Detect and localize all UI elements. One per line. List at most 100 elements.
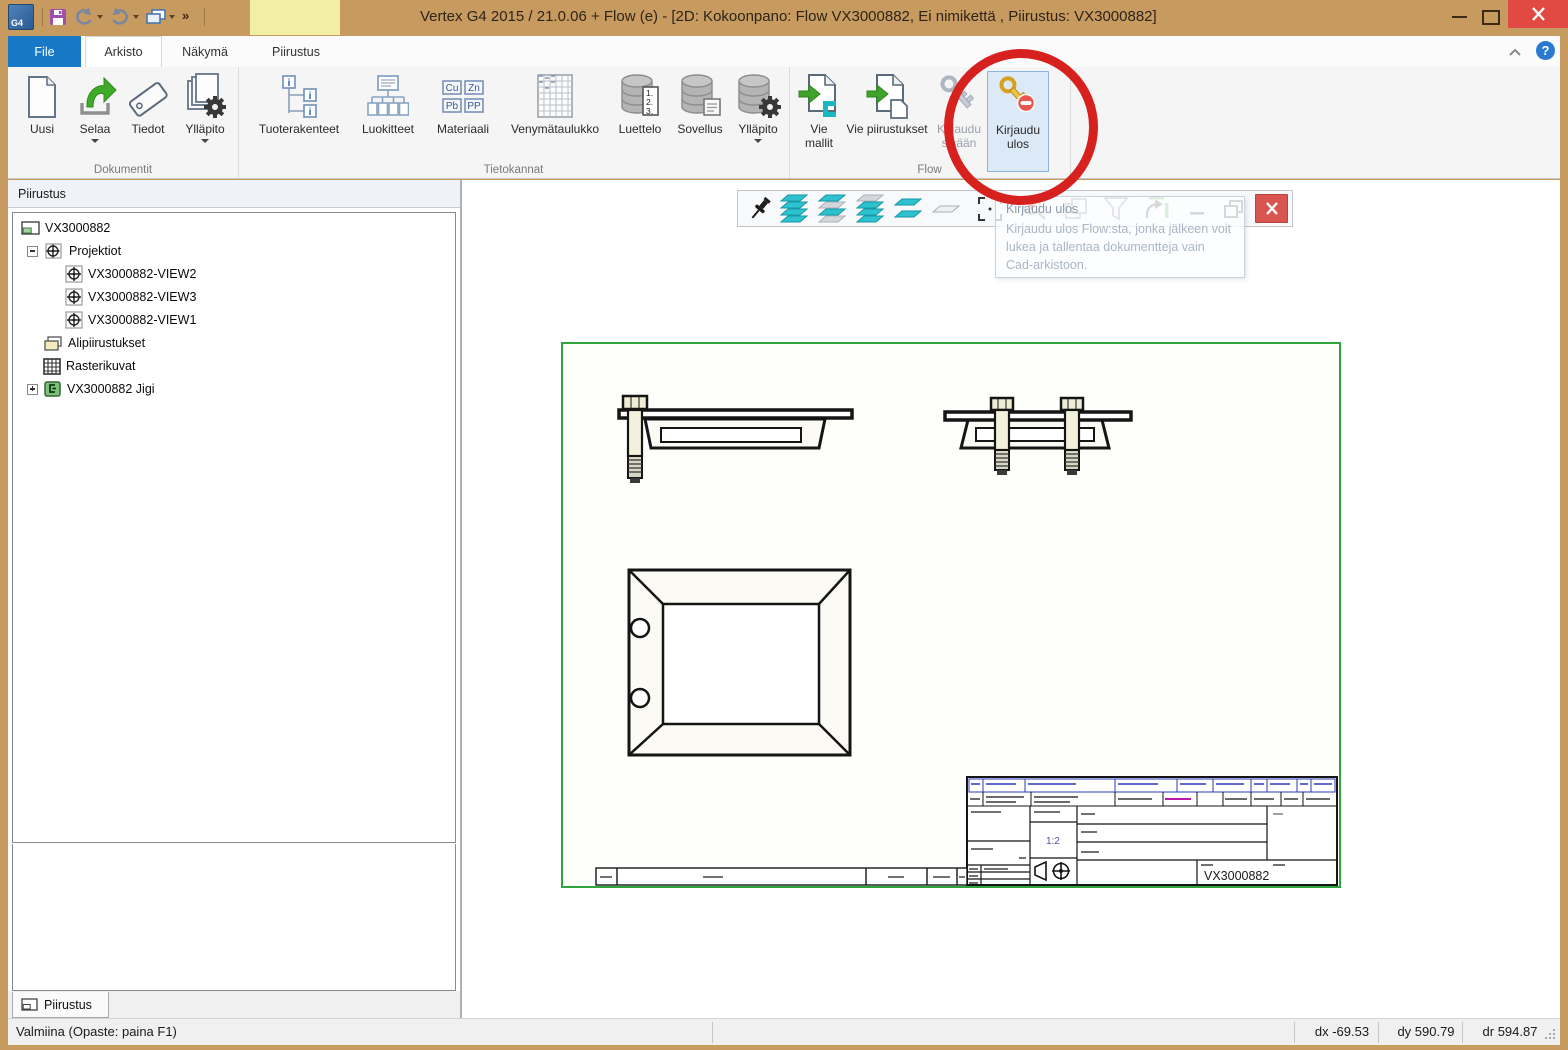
- sidebar-lower-pane: [12, 844, 456, 991]
- layer-single-off-icon[interactable]: [930, 194, 962, 223]
- button-label: Tuoterakenteet: [250, 122, 348, 136]
- tree-item-label: Projektiot: [69, 244, 121, 258]
- luettelo-button[interactable]: 1. 2. 3. Luettelo: [612, 71, 668, 163]
- projections-icon: [43, 242, 64, 260]
- collapse-expander-icon[interactable]: [27, 246, 38, 257]
- view-icon: [65, 288, 83, 306]
- toolbar-close-button[interactable]: [1255, 194, 1288, 223]
- layers-all-on-icon[interactable]: [778, 194, 810, 223]
- yllapito-dokumentit-button[interactable]: Ylläpito: [176, 71, 234, 163]
- tab-piirustus[interactable]: Piirustus: [252, 36, 340, 67]
- help-button[interactable]: ?: [1536, 41, 1555, 60]
- tab-arkisto[interactable]: Arkisto: [85, 36, 162, 67]
- window-maximize-button[interactable]: [1477, 6, 1505, 28]
- yellow-note-overlay: [250, 0, 340, 35]
- assembly-side-view-left: [619, 396, 852, 483]
- assembly-side-view-right: [945, 398, 1131, 475]
- button-label: Vie mallit: [795, 122, 843, 150]
- vie-mallit-button[interactable]: Vie mallit: [795, 71, 843, 163]
- sheet-drawing: 1:2 VX3000882: [563, 344, 1339, 886]
- group-label: Tietokannat: [238, 164, 789, 176]
- ribbon-tab-strip: File Arkisto Näkymä Piirustus ?: [8, 36, 1560, 67]
- svg-text:1:2: 1:2: [1046, 836, 1060, 847]
- ribbon-collapse-button[interactable]: [1508, 44, 1522, 62]
- tree-item-view3[interactable]: VX3000882-VIEW3: [65, 286, 196, 308]
- sidebar-tab-piirustus[interactable]: Piirustus: [12, 992, 109, 1018]
- jig-model-icon: [43, 380, 62, 398]
- tree-item-jigi[interactable]: VX3000882 Jigi: [27, 378, 155, 400]
- raster-images-icon: [43, 358, 61, 375]
- expand-expander-icon[interactable]: [27, 384, 38, 395]
- tree-item-rasterikuvat[interactable]: Rasterikuvat: [43, 355, 135, 377]
- tiedot-button[interactable]: Tiedot: [120, 71, 176, 163]
- product-structure-icon: i i i: [250, 71, 348, 119]
- subdrawings-icon: [43, 335, 63, 352]
- svg-text:Pb: Pb: [446, 101, 459, 112]
- yllapito-tietokannat-button[interactable]: Ylläpito: [730, 71, 786, 163]
- window-minimize-button[interactable]: [1445, 6, 1473, 28]
- luokitteet-button[interactable]: Luokitteet: [348, 71, 428, 163]
- svg-text:Zn: Zn: [468, 83, 480, 94]
- layers-top-off-icon[interactable]: [854, 194, 886, 223]
- dropdown-caret-icon: [201, 139, 209, 143]
- title-block: 1:2 VX3000882: [967, 777, 1337, 885]
- redo-button[interactable]: [110, 6, 130, 28]
- uusi-button[interactable]: Uusi: [16, 71, 68, 163]
- status-dy: dy 590.79: [1388, 1024, 1464, 1039]
- view-icon: [65, 311, 83, 329]
- export-models-icon: [795, 71, 843, 119]
- close-icon: [1265, 202, 1279, 215]
- tree-item-view1[interactable]: VX3000882-VIEW1: [65, 309, 196, 331]
- tree-item-label: VX3000882: [45, 221, 110, 235]
- button-label: Luettelo: [612, 122, 668, 136]
- quick-access-overflow-button[interactable]: »: [182, 8, 189, 23]
- redo-dropdown-caret[interactable]: [131, 6, 141, 28]
- tuoterakenteet-button[interactable]: i i i Tuoterakenteet: [250, 71, 348, 163]
- chevron-up-icon: [1508, 48, 1522, 57]
- button-label: Materiaali: [428, 122, 498, 136]
- undo-dropdown-caret[interactable]: [95, 6, 105, 28]
- drawing-sheet[interactable]: 1:2 VX3000882: [561, 342, 1341, 888]
- pin-icon[interactable]: [744, 194, 776, 223]
- tree-item-alipiirustukset[interactable]: Alipiirustukset: [43, 332, 145, 354]
- spreadsheet-icon: [498, 71, 612, 119]
- ribbon-group-dokumentit: Uusi Selaa Tiedot: [8, 67, 239, 178]
- button-label: Luokitteet: [348, 122, 428, 136]
- tree-item-projektiot[interactable]: Projektiot: [27, 240, 121, 262]
- sidebar-header-label: Piirustus: [18, 187, 66, 201]
- drawing-canvas[interactable]: 1:2 VX3000882: [462, 180, 1560, 1018]
- tab-file[interactable]: File: [8, 36, 81, 67]
- database-list-icon: 1. 2. 3.: [612, 71, 668, 119]
- svg-text:PP: PP: [467, 101, 481, 112]
- tree-item-root[interactable]: VX3000882: [21, 217, 110, 239]
- resize-grip[interactable]: [1543, 1028, 1556, 1041]
- frame-top-view: [629, 570, 850, 755]
- window-close-button[interactable]: [1508, 0, 1568, 28]
- windows-dropdown-caret[interactable]: [167, 6, 177, 28]
- materiaali-button[interactable]: Cu Zn Pb PP Materiaali: [428, 71, 498, 163]
- drawing-tree: VX3000882 Projektiot VX3000882-VIEW2: [12, 212, 456, 843]
- selaa-button[interactable]: Selaa: [70, 71, 120, 163]
- window-title: Vertex G4 2015 / 21.0.06 + Flow (e) - [2…: [420, 8, 1157, 25]
- divider: [712, 1022, 713, 1043]
- layers-alternating-icon[interactable]: [816, 194, 848, 223]
- vie-piirustukset-button[interactable]: Vie piirustukset: [845, 71, 929, 163]
- ribbon: Uusi Selaa Tiedot: [8, 67, 1560, 179]
- button-label: Vie piirustukset: [845, 122, 929, 136]
- sidebar-header: Piirustus: [8, 180, 460, 208]
- tree-item-view2[interactable]: VX3000882-VIEW2: [65, 263, 196, 285]
- undo-button[interactable]: [74, 6, 94, 28]
- tree-item-label: VX3000882-VIEW3: [88, 290, 196, 304]
- save-button[interactable]: [48, 6, 68, 28]
- layers-pair-icon[interactable]: [892, 194, 924, 223]
- venymataulukko-button[interactable]: Venymätaulukko: [498, 71, 612, 163]
- tab-nakyma[interactable]: Näkymä: [162, 36, 248, 67]
- divider: [1378, 1022, 1379, 1043]
- tooltip-kirjaudu-ulos: Kirjaudu ulos Kirjaudu ulos Flow:sta, jo…: [995, 196, 1245, 278]
- sovellus-button[interactable]: Sovellus: [670, 71, 730, 163]
- dropdown-caret-icon: [91, 139, 99, 143]
- app-logo-icon[interactable]: G4: [8, 4, 34, 30]
- tree-item-label: VX3000882 Jigi: [67, 382, 155, 396]
- tooltip-body: Kirjaudu ulos Flow:sta, jonka jälkeen vo…: [996, 219, 1244, 280]
- windows-button[interactable]: [146, 6, 166, 28]
